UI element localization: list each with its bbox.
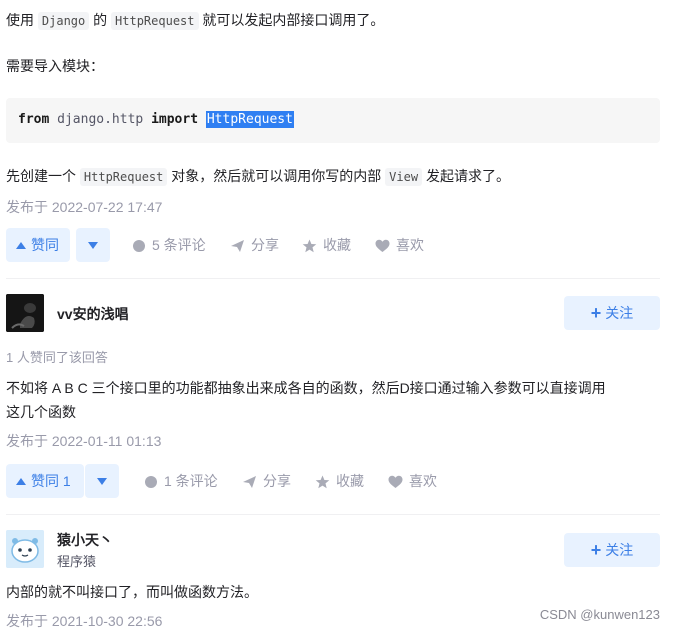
favorite-button[interactable]: 收藏: [315, 464, 364, 498]
comments-button[interactable]: 1 条评论: [144, 464, 218, 498]
favorite-button[interactable]: 收藏: [302, 228, 351, 262]
code-module: django.http: [49, 112, 152, 127]
heart-icon: [375, 239, 390, 252]
favorite-label: 收藏: [336, 473, 364, 489]
answer1-line1-text1: 使用: [6, 12, 38, 28]
answer1-line3-text1: 先创建一个: [6, 168, 80, 184]
code-block[interactable]: from django.http import HttpRequest: [6, 98, 660, 143]
answer3-body: 内部的就不叫接口了，而叫做函数方法。: [6, 584, 258, 600]
plus-icon: +: [590, 540, 602, 560]
upvote-count-note: 1 人赞同了该回答: [6, 350, 108, 365]
share-label: 分享: [251, 237, 279, 253]
answer2-body-line2: 这几个函数: [6, 404, 76, 420]
upvote-label: 赞同: [31, 237, 59, 253]
downvote-arrow-icon: [88, 242, 98, 249]
answer3-published-time: 发布于 2021-10-30 22:56: [6, 613, 163, 629]
avatar-image: [6, 530, 44, 568]
inline-code-view: View: [385, 168, 423, 186]
avatar[interactable]: [6, 530, 44, 568]
share-label: 分享: [263, 473, 291, 489]
follow-button[interactable]: + 关注: [564, 533, 660, 567]
avatar[interactable]: [6, 294, 44, 332]
answer1-line1-text3: 就可以发起内部接口调用了。: [198, 12, 385, 28]
code-keyword-from: from: [18, 112, 50, 127]
follow-label: 关注: [605, 542, 634, 558]
answer1-line1: 使用 Django 的 HttpRequest 就可以发起内部接口调用了。: [6, 9, 384, 32]
csdn-watermark: CSDN @kunwen123: [539, 607, 660, 622]
star-icon: [302, 239, 317, 253]
share-icon: [243, 476, 256, 488]
qa-page: 使用 Django 的 HttpRequest 就可以发起内部接口调用了。 需要…: [0, 0, 674, 630]
upvote-label: 赞同 1: [31, 473, 71, 489]
code-selected-text[interactable]: HttpRequest: [205, 111, 294, 128]
comment-icon: [145, 476, 157, 488]
upvote-button[interactable]: 赞同 1: [6, 464, 84, 498]
upvote-arrow-icon: [16, 478, 26, 485]
answer1-line3: 先创建一个 HttpRequest 对象，然后就可以调用你写的内部 View 发…: [6, 165, 510, 188]
comment-icon: [133, 240, 145, 252]
downvote-arrow-icon: [97, 478, 107, 485]
favorite-label: 收藏: [323, 237, 351, 253]
answer2-body-line1: 不如将 A B C 三个接口里的功能都抽象出来成各自的函数，然后D接口通过输入参…: [6, 380, 606, 396]
answer1-line2: 需要导入模块：: [6, 58, 104, 74]
answer1-action-bar: 赞同 5 条评论 分享 收藏 喜欢: [6, 228, 666, 262]
divider: [6, 514, 660, 515]
inline-code-httprequest-2: HttpRequest: [79, 168, 168, 186]
answer1-line1-text2: 的: [89, 12, 112, 28]
author-name[interactable]: vv安的浅唱: [57, 304, 129, 324]
upvote-button[interactable]: 赞同: [6, 228, 70, 262]
star-icon: [315, 475, 330, 489]
heart-icon: [388, 475, 403, 488]
comments-label: 5 条评论: [152, 237, 206, 253]
downvote-button[interactable]: [85, 464, 119, 498]
downvote-button[interactable]: [76, 228, 110, 262]
author-title: 程序猿: [57, 554, 97, 569]
answer2-action-bar: 赞同 1 1 条评论 分享 收藏 喜欢: [6, 464, 666, 498]
share-button[interactable]: 分享: [242, 464, 291, 498]
divider: [6, 278, 660, 279]
code-line: from django.http import HttpRequest: [18, 110, 294, 130]
answer1-line3-text3: 发起请求了。: [422, 168, 510, 184]
follow-label: 关注: [605, 305, 634, 321]
inline-code-django: Django: [37, 12, 90, 30]
like-label: 喜欢: [396, 237, 424, 253]
like-button[interactable]: 喜欢: [375, 228, 424, 262]
answer1-published-time: 发布于 2022-07-22 17:47: [6, 199, 163, 215]
like-label: 喜欢: [409, 473, 437, 489]
upvote-arrow-icon: [16, 242, 26, 249]
follow-button[interactable]: + 关注: [564, 296, 660, 330]
like-button[interactable]: 喜欢: [388, 464, 437, 498]
author-name[interactable]: 猿小天丶: [57, 530, 113, 550]
avatar-image: [6, 294, 44, 332]
share-button[interactable]: 分享: [230, 228, 279, 262]
plus-icon: +: [590, 303, 602, 323]
answer1-line3-text2: 对象，然后就可以调用你写的内部: [167, 168, 386, 184]
comments-button[interactable]: 5 条评论: [132, 228, 206, 262]
inline-code-httprequest: HttpRequest: [111, 12, 199, 30]
comments-label: 1 条评论: [164, 473, 218, 489]
code-keyword-import: import: [151, 112, 199, 127]
share-icon: [231, 240, 244, 252]
answer2-published-time: 发布于 2022-01-11 01:13: [6, 433, 162, 449]
